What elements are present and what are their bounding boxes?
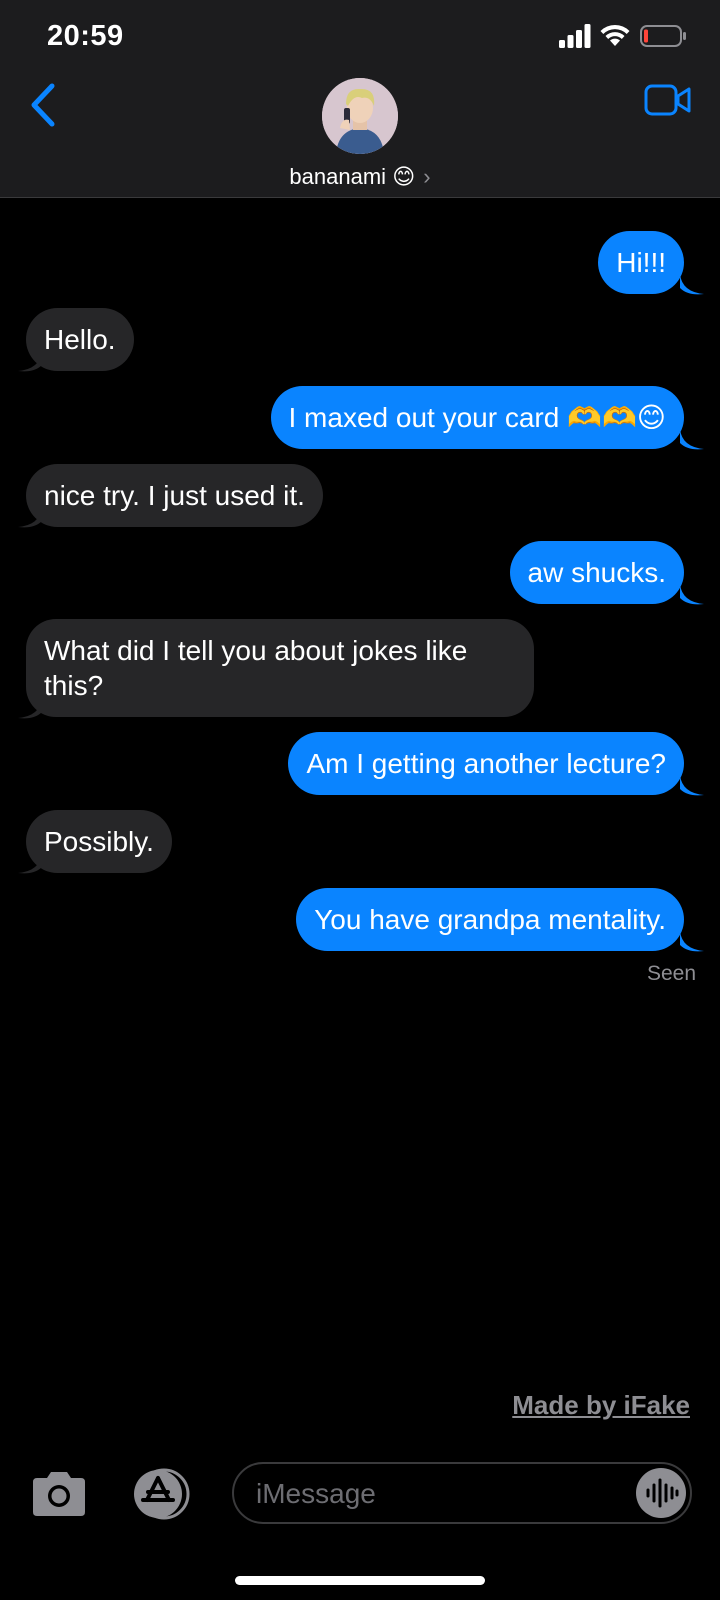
status-time: 20:59 <box>47 20 124 52</box>
video-call-button[interactable] <box>644 82 692 120</box>
watermark-link[interactable]: Made by iFake <box>512 1390 690 1421</box>
bubble-tail <box>680 584 704 605</box>
audio-message-button[interactable] <box>636 1468 686 1518</box>
message-bubble-outgoing[interactable]: Hi!!! <box>598 231 684 294</box>
avatar-image <box>322 78 398 154</box>
contact-name-button[interactable]: bananami 😊 › <box>0 164 720 190</box>
contact-emoji: 😊 <box>392 164 416 189</box>
message-bubble-incoming[interactable]: What did I tell you about jokes like thi… <box>26 619 534 717</box>
message-input-container[interactable] <box>232 1462 692 1524</box>
message-bubble-outgoing[interactable]: Am I getting another lecture? <box>288 732 684 795</box>
bubble-tail <box>680 775 704 796</box>
camera-button[interactable] <box>29 1470 89 1518</box>
navigation-header: 20:59 bananami 😊 › <box>0 0 720 198</box>
message-input[interactable] <box>256 1472 616 1516</box>
bubble-tail <box>680 274 704 295</box>
bubble-tail <box>18 853 42 874</box>
chevron-right-icon: › <box>423 164 431 189</box>
bubble-tail <box>680 931 704 952</box>
contact-name: bananami <box>289 164 387 189</box>
home-indicator[interactable] <box>235 1576 485 1585</box>
message-bubble-outgoing[interactable]: You have grandpa mentality. <box>296 888 684 951</box>
message-bubble-incoming[interactable]: Hello. <box>26 308 134 371</box>
message-bubble-outgoing[interactable]: aw shucks. <box>509 541 684 604</box>
back-button[interactable] <box>26 82 60 128</box>
message-bubble-outgoing[interactable]: I maxed out your card 🫶🫶😊 <box>270 386 684 449</box>
contact-avatar[interactable] <box>322 78 398 154</box>
app-store-button[interactable] <box>126 1466 194 1522</box>
wifi-icon <box>600 24 630 46</box>
bubble-tail <box>18 698 42 719</box>
read-receipt: Seen <box>646 962 696 985</box>
battery-low-icon <box>640 25 686 47</box>
bubble-tail <box>18 351 42 372</box>
message-bubble-incoming[interactable]: Possibly. <box>26 810 172 873</box>
bubble-tail <box>18 507 42 528</box>
waveform-icon <box>646 1478 679 1508</box>
message-bubble-incoming[interactable]: nice try. I just used it. <box>26 464 323 527</box>
cellular-signal-icon <box>559 24 591 48</box>
bubble-tail <box>680 429 704 450</box>
